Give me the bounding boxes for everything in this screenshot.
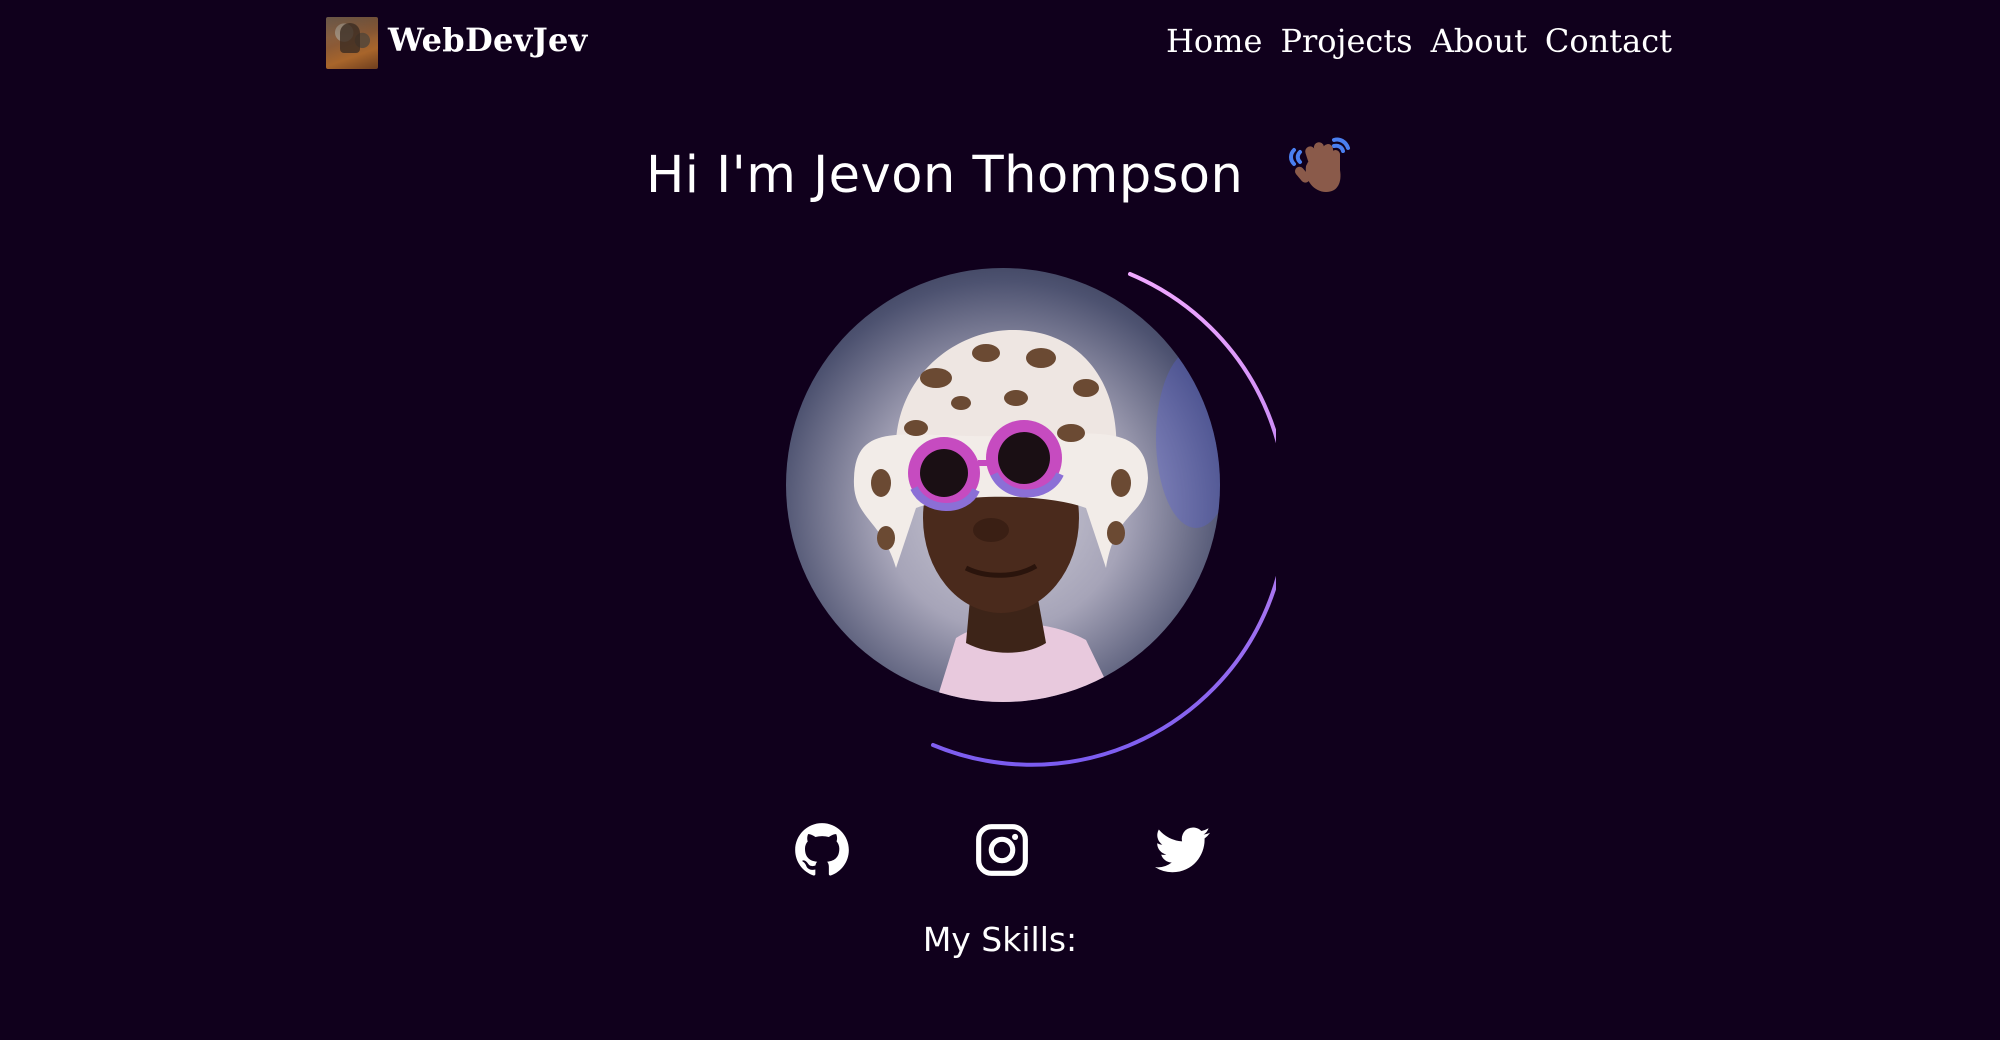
profile-photo — [786, 268, 1220, 702]
hero-heading: Hi I'm Jevon Thompson — [0, 132, 2000, 205]
hero-title-text: Hi I'm Jevon Thompson — [645, 146, 1244, 205]
main-nav: Home Projects About Contact — [1166, 22, 1672, 60]
logo-link[interactable]: WebDevJev — [326, 17, 588, 69]
github-link[interactable] — [794, 822, 850, 878]
logo-text: WebDevJev — [388, 21, 588, 59]
skills-heading: My Skills: — [922, 920, 1078, 959]
nav-contact[interactable]: Contact — [1545, 22, 1672, 60]
instagram-link[interactable] — [974, 822, 1030, 878]
nav-home[interactable]: Home — [1166, 22, 1262, 60]
github-icon — [795, 823, 849, 876]
waving-hand-icon — [1289, 137, 1351, 192]
nav-about[interactable]: About — [1431, 22, 1527, 60]
twitter-link[interactable] — [1155, 822, 1211, 878]
instagram-icon — [976, 824, 1028, 876]
profile-photo-image — [786, 268, 1220, 702]
nav-projects[interactable]: Projects — [1280, 22, 1412, 60]
logo-image — [326, 17, 378, 69]
twitter-icon — [1155, 827, 1211, 873]
